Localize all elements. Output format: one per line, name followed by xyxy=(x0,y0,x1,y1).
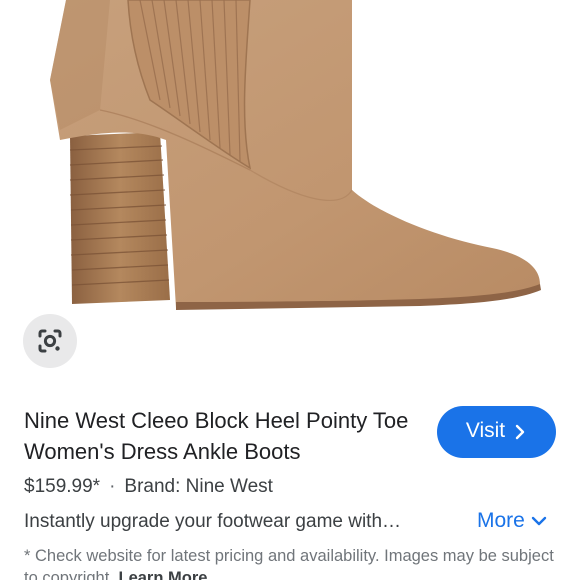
shopping-result-screen: Nine West Cleeo Block Heel Pointy Toe Wo… xyxy=(0,0,580,580)
chevron-right-icon xyxy=(515,424,525,440)
product-title[interactable]: Nine West Cleeo Block Heel Pointy Toe Wo… xyxy=(24,405,424,467)
google-lens-icon xyxy=(38,329,62,353)
chevron-down-icon xyxy=(531,516,547,526)
pricing-disclaimer: * Check website for latest pricing and a… xyxy=(24,545,564,580)
product-image[interactable] xyxy=(0,0,580,382)
disclaimer-text: * Check website for latest pricing and a… xyxy=(24,547,554,580)
product-description: Instantly upgrade your footwear game wit… xyxy=(24,511,402,532)
product-meta: $159.99* · Brand: Nine West xyxy=(24,476,273,498)
boot-illustration xyxy=(50,0,541,310)
visit-button[interactable]: Visit xyxy=(437,406,556,458)
meta-separator: · xyxy=(109,476,116,497)
more-label: More xyxy=(477,509,525,532)
learn-more-link[interactable]: Learn More xyxy=(118,569,207,580)
product-brand: Brand: Nine West xyxy=(124,476,273,497)
more-button[interactable]: More xyxy=(477,509,547,533)
lens-search-button[interactable] xyxy=(23,314,77,368)
heel-block xyxy=(70,132,170,304)
product-price: $159.99* xyxy=(24,476,101,497)
visit-label: Visit xyxy=(465,419,506,442)
